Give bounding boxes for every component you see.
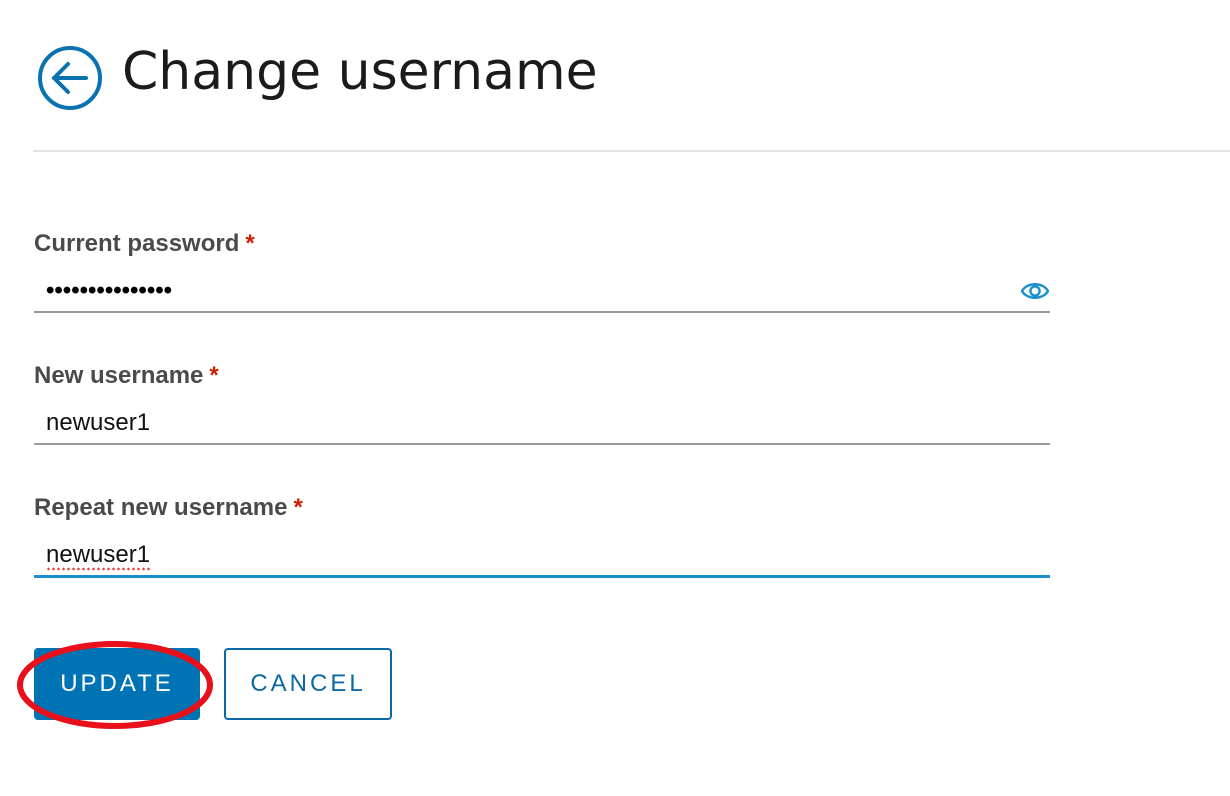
arrow-left-circle-icon — [38, 46, 102, 110]
required-asterisk: * — [245, 230, 255, 257]
new-username-input-wrap — [34, 403, 1050, 445]
current-password-field: Current password * ••••••••••••••• — [34, 229, 1050, 313]
page-title: Change username — [122, 42, 598, 102]
update-button[interactable]: UPDATE — [34, 648, 200, 720]
new-username-label: New username * — [34, 362, 219, 389]
required-asterisk: * — [209, 362, 219, 389]
repeat-username-input[interactable] — [46, 535, 990, 575]
back-button[interactable] — [37, 45, 103, 111]
current-password-label: Current password * — [34, 230, 255, 257]
cancel-button[interactable]: CANCEL — [224, 648, 392, 720]
show-password-toggle[interactable] — [1020, 277, 1050, 305]
header-divider — [33, 150, 1230, 152]
required-asterisk: * — [293, 494, 303, 521]
repeat-username-field: Repeat new username * — [34, 493, 1050, 578]
change-username-page: Change username Current password * ••••••… — [0, 0, 1230, 796]
current-password-input[interactable]: ••••••••••••••• — [34, 271, 1050, 313]
eye-icon — [1020, 283, 1050, 299]
repeat-username-label: Repeat new username * — [34, 494, 303, 521]
new-username-input[interactable] — [46, 403, 990, 443]
repeat-username-input-wrap — [34, 535, 1050, 578]
password-masked-value: ••••••••••••••• — [46, 277, 173, 304]
spellcheck-underline — [46, 567, 150, 571]
new-username-field: New username * — [34, 361, 1050, 445]
